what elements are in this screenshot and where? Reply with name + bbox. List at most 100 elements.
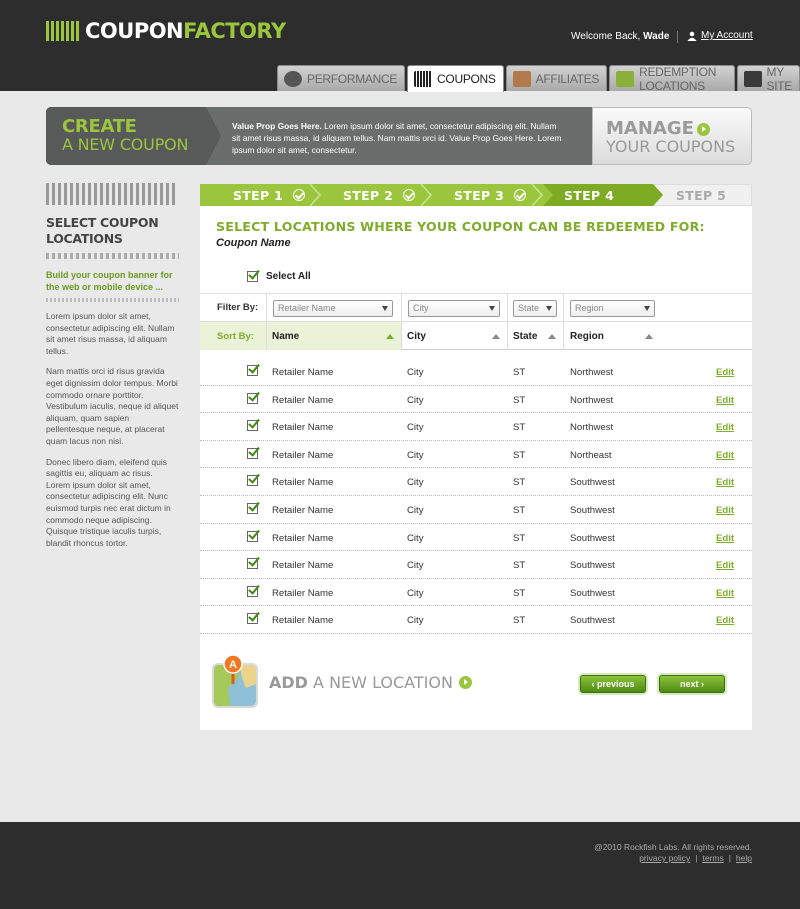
main-nav-tabs: PERFORMANCE COUPONS AFFILIATES REDEMPTION L… [277,65,800,93]
state-cell: ST [513,394,526,406]
create-subheading: A NEW COUPON [62,135,189,154]
barcode-icon [414,71,433,87]
help-link[interactable]: help [736,853,752,863]
row-checkbox[interactable] [247,613,258,625]
sort-asc-icon[interactable] [492,334,500,339]
tab-my-site[interactable]: MY SITE [736,65,800,93]
sort-by-state-header[interactable]: State [513,322,537,350]
retailer-name-cell: Retailer Name [272,587,334,599]
edit-link[interactable]: Edit [716,533,734,544]
edit-link[interactable]: Edit [716,560,734,571]
manage-coupons-button[interactable]: MANAGE YOUR COUPONS [592,107,752,165]
previous-button[interactable]: ‹ previous [580,675,646,693]
tab-performance[interactable]: PERFORMANCE [277,65,406,91]
sidebar-paragraph: Nam mattis orci id risus gravida eget di… [46,366,179,446]
table-row: Retailer Name City ST Southwest Edit [200,468,752,496]
divider: | [695,853,698,863]
sidebar-paragraph: Lorem ipsum dolor sit amet, consectetur … [46,311,175,356]
sort-asc-icon[interactable] [548,334,556,339]
tab-redemption-locations[interactable]: REDEMPTION LOCATIONS [609,65,735,93]
state-cell: ST [513,367,526,378]
add-location-button[interactable]: A ADD A NEW LOCATION [210,654,472,710]
city-cell: City [407,477,424,489]
row-checkbox[interactable] [247,420,258,432]
row-checkbox[interactable] [247,392,258,404]
retailer-name-filter-select[interactable]: Retailer Name [273,300,393,317]
state-cell: ST [513,615,526,627]
divider [563,294,564,322]
edit-link[interactable]: Edit [716,505,734,516]
add-label: A NEW LOCATION [313,672,453,692]
divider [563,322,564,350]
svg-text:A: A [229,659,237,671]
divider [507,322,508,350]
sort-asc-icon[interactable] [645,334,653,339]
edit-link[interactable]: Edit [716,367,734,378]
next-button[interactable]: next › [659,675,725,693]
tab-affiliates[interactable]: AFFILIATES [505,65,608,91]
sort-by-region-header[interactable]: Region [570,322,604,350]
table-row: Retailer Name City ST Northwest Edit [200,413,752,441]
sort-header-row: Sort By: Name City State Region [200,322,752,350]
checkbox-checked-icon[interactable] [247,271,258,282]
city-cell: City [407,532,424,544]
coupon-name: Coupon Name [216,237,291,249]
step-1[interactable]: STEP 1 [233,184,306,206]
tab-coupons[interactable]: COUPONS [407,65,504,92]
row-checkbox[interactable] [247,365,258,376]
barcode-decoration-icon [46,183,179,205]
select-all-checkbox[interactable]: Select All [247,271,311,282]
step-4[interactable]: STEP 4 [564,184,614,206]
row-checkbox[interactable] [247,558,258,570]
city-cell: City [407,422,424,434]
my-account-link[interactable]: My Account [687,30,753,41]
state-cell: ST [513,449,526,461]
region-filter-select[interactable]: Region [570,300,655,317]
edit-link[interactable]: Edit [716,477,734,488]
header: COUPONFACTORY Welcome Back, Wade My Acco… [0,0,800,93]
edit-link[interactable]: Edit [716,615,734,626]
sort-asc-icon[interactable] [386,334,394,339]
sort-by-city-header[interactable]: City [407,322,426,350]
terms-link[interactable]: terms [702,853,723,863]
city-filter-select[interactable]: City [408,300,500,317]
region-cell: Southwest [570,615,615,627]
region-cell: Northeast [570,449,612,461]
edit-link[interactable]: Edit [716,450,734,461]
retailer-name-cell: Retailer Name [272,477,334,489]
play-arrow-icon [458,675,472,689]
check-circle-icon [293,189,306,201]
row-checkbox[interactable] [247,530,258,542]
create-coupon-panel[interactable]: CREATE A NEW COUPON Value Prop Goes Here… [46,107,592,165]
retailer-name-cell: Retailer Name [272,504,334,516]
privacy-policy-link[interactable]: privacy policy [639,853,690,863]
row-checkbox[interactable] [247,447,258,459]
step-3[interactable]: STEP 3 [454,184,527,206]
row-checkbox[interactable] [247,502,258,514]
logo-text-factory: FACTORY [183,19,286,43]
table-row: Retailer Name City ST Northeast Edit [200,441,752,469]
row-checkbox[interactable] [247,585,258,597]
row-checkbox[interactable] [247,475,258,487]
locations-table: Retailer Name City ST Northwest Edit Retailer… [200,358,752,634]
sort-by-name-header[interactable]: Name [272,322,299,350]
edit-link[interactable]: Edit [716,588,734,599]
city-cell: City [407,449,424,461]
city-cell: City [407,367,424,378]
state-filter-select[interactable]: State [513,300,557,317]
step-progress-bar: STEP 1 STEP 2 STEP 3 STEP 4 STEP 5 [200,184,752,206]
logo[interactable]: COUPONFACTORY [46,20,286,42]
edit-link[interactable]: Edit [716,422,734,433]
retailer-name-cell: Retailer Name [272,615,334,627]
edit-link[interactable]: Edit [716,395,734,406]
table-row: Retailer Name City ST Southwest Edit [200,579,752,607]
region-cell: Northwest [570,394,614,406]
divider [46,298,179,302]
step-5[interactable]: STEP 5 [676,184,726,206]
divider [401,294,402,322]
table-row: Retailer Name City ST Northwest Edit [200,386,752,414]
gauge-icon [284,70,302,87]
sidebar-paragraph: Donec libero diam, eleifend quis sagitti… [46,456,171,548]
region-cell: Southwest [570,532,615,544]
step-2[interactable]: STEP 2 [343,184,416,206]
